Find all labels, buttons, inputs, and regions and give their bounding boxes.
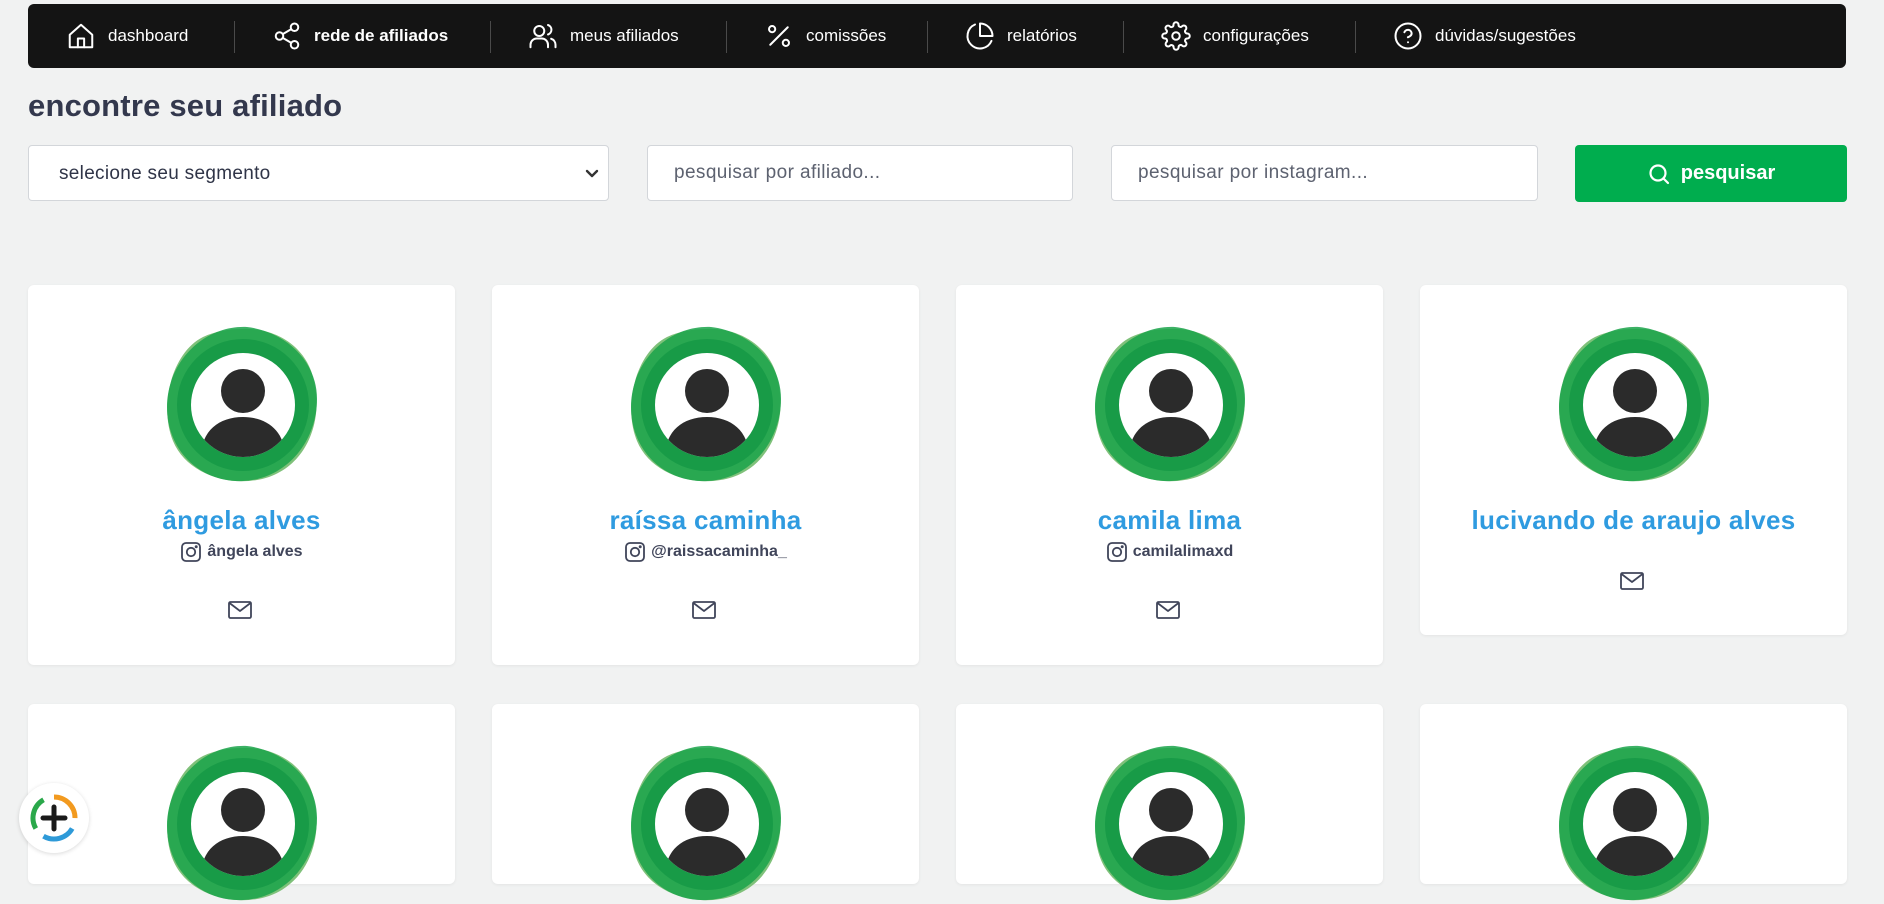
affiliate-card [28,704,455,901]
nav-label: rede de afiliados [314,26,449,45]
affiliate-instagram[interactable]: @raissacaminha_ [492,541,919,563]
avatar [625,323,787,485]
avatar [161,323,323,485]
top-nav: dashboard rede de afiliados meus afiliad… [28,4,1846,68]
nav-divider [490,21,491,53]
segment-select-value: selecione seu segmento [59,163,271,184]
affiliate-card: raíssa caminha @raissacaminha_ [492,285,919,665]
avatar [161,742,323,904]
gear-icon [1161,21,1191,51]
avatar [1553,742,1715,904]
pie-chart-icon [965,21,995,51]
nav-divider [1123,21,1124,53]
search-icon [1647,162,1671,186]
affiliate-instagram[interactable]: camilalimaxd [956,541,1383,563]
affiliate-card [1420,704,1847,901]
nav-item-comissoes[interactable]: comissões [764,4,886,68]
chevron-down-icon [584,165,600,181]
nav-label: dashboard [108,26,189,45]
affiliate-name[interactable]: lucivando de araujo alves [1420,505,1847,536]
affiliate-card: camila lima camilalimaxd [956,285,1383,665]
email-icon[interactable] [1619,570,1645,592]
affiliate-name[interactable]: raíssa caminha [492,505,919,536]
nav-label: meus afiliados [570,26,679,45]
affiliate-card [492,704,919,901]
home-icon [66,21,96,51]
instagram-handle: @raissacaminha_ [651,543,787,560]
affiliate-card [956,704,1383,901]
instagram-icon [1106,541,1128,563]
percent-icon [764,21,794,51]
nav-item-rede-de-afiliados[interactable]: rede de afiliados [272,4,448,68]
nav-item-meus-afiliados[interactable]: meus afiliados [528,4,679,68]
share-icon [272,21,302,51]
page-title: encontre seu afiliado [28,88,343,123]
affiliate-card: ângela alves ângela alves [28,285,455,665]
instagram-icon [624,541,646,563]
nav-item-dashboard[interactable]: dashboard [66,4,188,68]
affiliate-name[interactable]: ângela alves [28,505,455,536]
nav-label: relatórios [1007,26,1077,45]
nav-divider [726,21,727,53]
nav-divider [234,21,235,53]
avatar [625,742,787,904]
email-icon[interactable] [227,599,253,621]
avatar [1089,742,1251,904]
instagram-search-input[interactable] [1112,146,1537,200]
search-button-label: pesquisar [1680,162,1776,184]
nav-item-configuracoes[interactable]: configurações [1161,4,1309,68]
email-icon[interactable] [1155,599,1181,621]
avatar [1553,323,1715,485]
nav-item-relatorios[interactable]: relatórios [965,4,1077,68]
instagram-handle: ângela alves [207,543,303,560]
instagram-handle: camilalimaxd [1132,543,1234,560]
email-icon[interactable] [691,599,717,621]
affiliate-name[interactable]: camila lima [956,505,1383,536]
accessibility-widget-button[interactable] [19,783,89,853]
users-icon [528,21,558,51]
nav-divider [1355,21,1356,53]
affiliate-search-field [647,145,1073,201]
avatar [1089,323,1251,485]
help-circle-icon [1393,21,1423,51]
affiliate-search-input[interactable] [648,146,1072,200]
plus-circle-icon [30,794,78,842]
segment-select[interactable]: selecione seu segmento [28,145,609,201]
search-button[interactable]: pesquisar [1575,145,1847,202]
nav-label: configurações [1203,26,1309,45]
instagram-icon [180,541,202,563]
instagram-search-field [1111,145,1538,201]
nav-item-duvidas-sugestoes[interactable]: dúvidas/sugestões [1393,4,1576,68]
nav-label: dúvidas/sugestões [1435,26,1576,45]
nav-divider [927,21,928,53]
affiliate-card: lucivando de araujo alves [1420,285,1847,635]
nav-label: comissões [806,26,887,45]
affiliate-instagram[interactable]: ângela alves [28,541,455,563]
